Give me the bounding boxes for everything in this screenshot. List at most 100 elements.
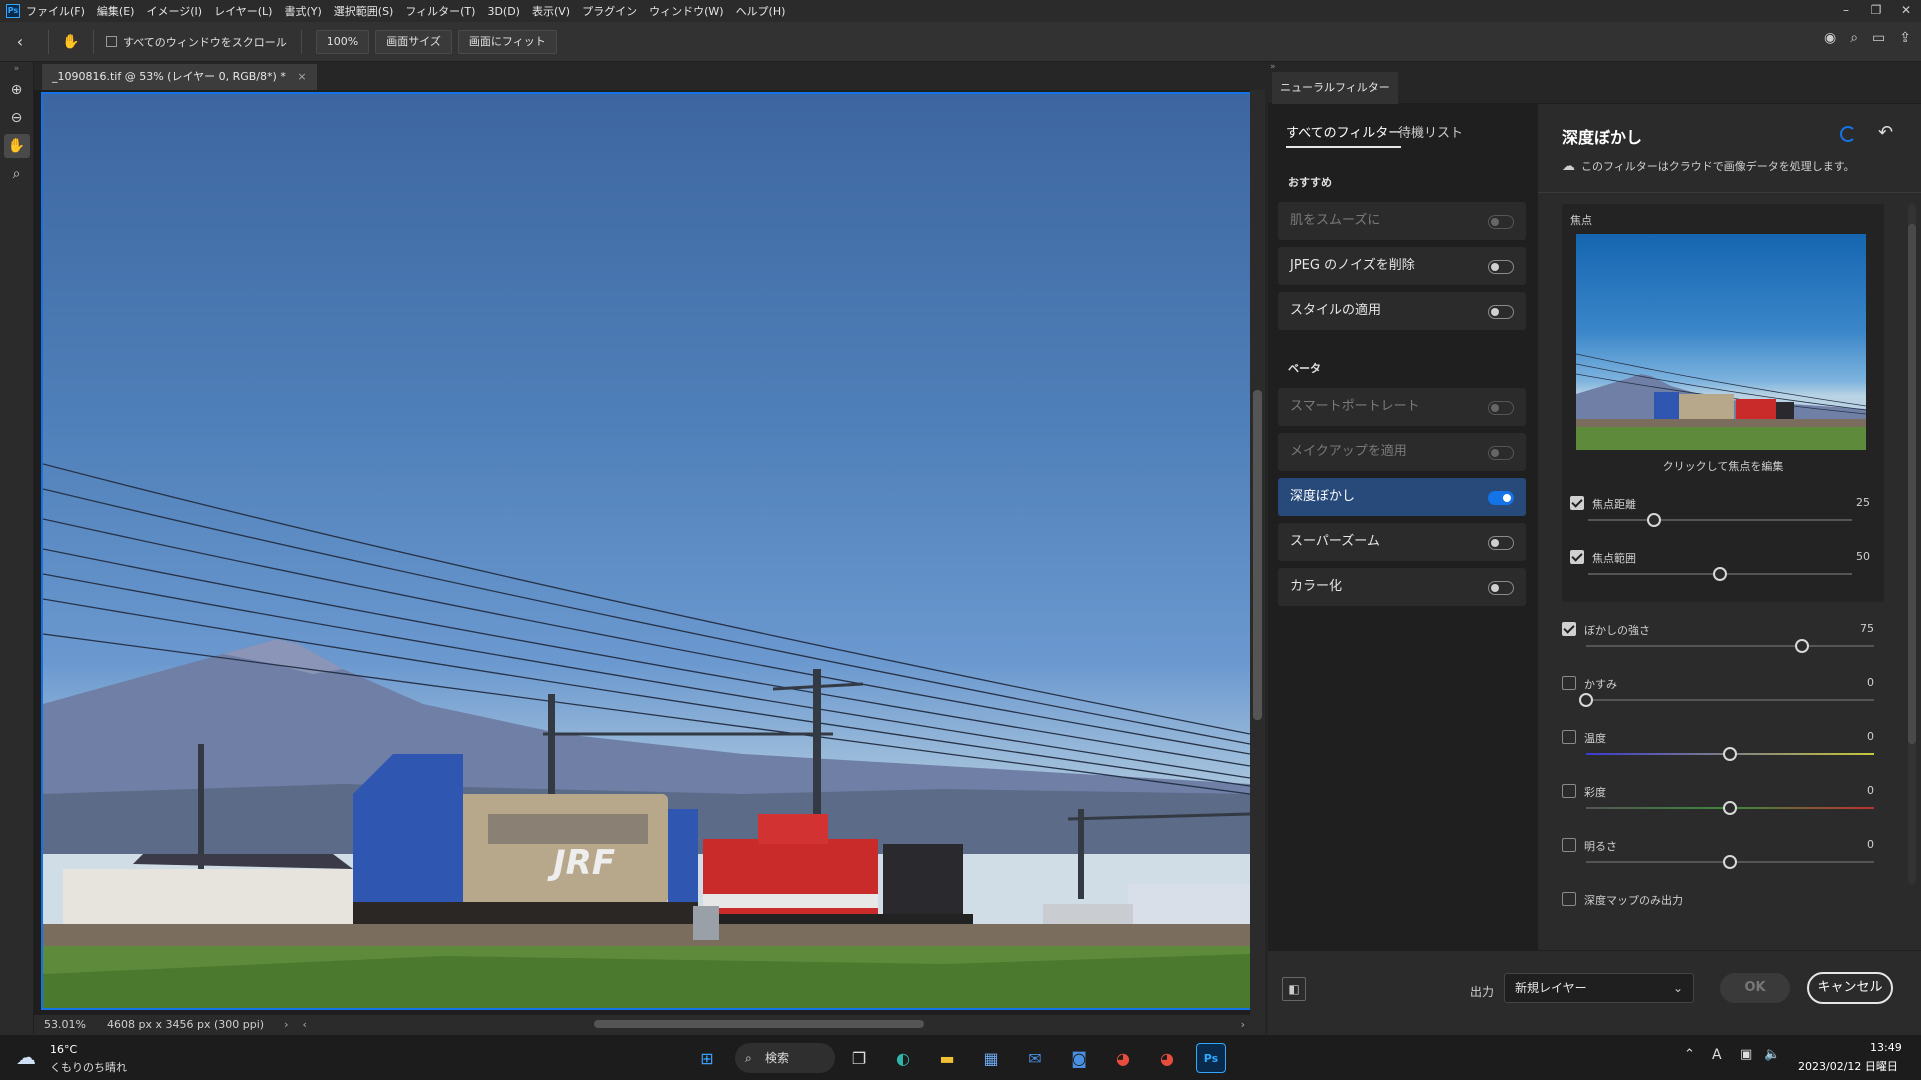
slider-blur-strength[interactable]: ぼかしの強さ 75 [1562,622,1874,666]
slider-track[interactable] [1586,699,1874,701]
checkbox[interactable] [1562,892,1576,906]
network-icon[interactable]: ▣ [1740,1047,1752,1062]
zoom-in-icon[interactable]: ⊕ [4,78,30,102]
zoom-100-button[interactable]: 100% [315,29,370,54]
fit-screen-button[interactable]: 画面にフィット [457,29,557,54]
search-icon[interactable]: ⌕ [1850,30,1858,46]
slider-knob[interactable] [1713,567,1727,581]
slider-focal-range[interactable]: 焦点範囲 50 [1570,550,1870,594]
zoom-level[interactable]: 53.01% [44,1018,99,1031]
checkbox[interactable] [1570,496,1584,510]
checkbox[interactable] [1562,838,1576,852]
filter-super-zoom[interactable]: スーパーズーム [1278,523,1526,561]
edge-icon[interactable]: ◐ [888,1043,918,1073]
menu-filter[interactable]: フィルター(T) [405,3,475,19]
hand-tool-icon[interactable]: ✋ [57,34,85,50]
focal-preview-image[interactable] [1576,234,1866,450]
filter-skin-smoothing[interactable]: 肌をスムーズに [1278,202,1526,240]
menu-image[interactable]: イメージ(I) [146,3,202,19]
toggle-switch[interactable] [1488,305,1514,319]
toggle-switch[interactable] [1488,581,1514,595]
explorer-icon[interactable]: ▬ [932,1043,962,1073]
output-select[interactable]: 新規レイヤー ⌄ [1504,973,1694,1003]
clock-date[interactable]: 2023/02/12 日曜日 [1798,1058,1898,1074]
menu-layer[interactable]: レイヤー(L) [214,3,272,19]
chrome-profile-icon[interactable]: ◕ [1152,1043,1182,1073]
taskbar-search[interactable]: ⌕ 検索 [735,1043,835,1073]
menu-3d[interactable]: 3D(D) [487,5,520,18]
menu-window[interactable]: ウィンドウ(W) [649,3,723,19]
slider-haze[interactable]: かすみ 0 [1562,676,1874,720]
panel-collapse-icon[interactable]: » [1270,62,1276,72]
chat-icon[interactable]: ◙ [1064,1043,1094,1073]
tab-waitlist[interactable]: 待機リスト [1398,122,1463,141]
zoom-icon[interactable]: ⌕ [4,162,30,186]
menu-view[interactable]: 表示(V) [532,3,570,19]
hand-icon[interactable]: ✋ [3,134,30,158]
slider-knob[interactable] [1795,639,1809,653]
close-window-icon[interactable]: ✕ [1891,0,1921,22]
slider-brightness[interactable]: 明るさ 0 [1562,838,1874,882]
filter-colorize[interactable]: カラー化 [1278,568,1526,606]
restore-icon[interactable]: ❐ [1861,0,1891,22]
menu-edit[interactable]: 編集(E) [97,3,135,19]
zoom-out-icon[interactable]: ⊖ [4,106,30,130]
close-tab-icon[interactable]: × [297,70,306,83]
toggle-switch[interactable] [1488,401,1514,415]
slider-knob[interactable] [1723,801,1737,815]
status-menu-chevron-icon[interactable]: › [284,1018,288,1031]
neural-panel-tab[interactable]: ニューラルフィルター [1272,72,1398,104]
chrome-icon[interactable]: ◕ [1108,1043,1138,1073]
tray-chevron-icon[interactable]: ⌃ [1684,1047,1695,1062]
slider-temperature[interactable]: 温度 0 [1562,730,1874,774]
checkbox[interactable] [1562,730,1576,744]
cancel-button[interactable]: キャンセル [1807,972,1893,1004]
filter-smart-portrait[interactable]: スマートポートレート [1278,388,1526,426]
filter-makeup-transfer[interactable]: メイクアップを適用 [1278,433,1526,471]
document-tab[interactable]: _1090816.tif @ 53% (レイヤー 0, RGB/8*) * × [42,64,317,90]
menu-help[interactable]: ヘルプ(H) [736,3,786,19]
back-chevron-icon[interactable]: ‹ [0,32,40,51]
checkbox[interactable] [1562,784,1576,798]
detail-scroll-thumb[interactable] [1908,224,1916,744]
store-icon[interactable]: ▦ [976,1043,1006,1073]
filter-depth-blur[interactable]: 深度ぼかし [1278,478,1526,516]
fit-screen-size-button[interactable]: 画面サイズ [375,29,452,54]
toggle-switch[interactable] [1488,215,1514,229]
collapse-chevron-icon[interactable]: » [0,62,33,74]
horizontal-scrollbar[interactable] [594,1020,924,1028]
user-icon[interactable]: ◉ [1824,30,1836,46]
slider-focal-distance[interactable]: 焦点距離 25 [1570,496,1870,540]
depth-map-only-option[interactable]: 深度マップのみ出力 [1562,892,1874,912]
slider-knob[interactable] [1723,855,1737,869]
slider-track[interactable] [1588,519,1852,521]
mail-icon[interactable]: ✉ [1020,1043,1050,1073]
checkbox[interactable] [1570,550,1584,564]
compare-icon[interactable]: ◧ [1282,977,1306,1001]
weather-icon[interactable]: ☁ [16,1045,36,1069]
workspace-icon[interactable]: ▭ [1872,30,1885,46]
slider-track[interactable] [1586,645,1874,647]
document-canvas[interactable]: JRF [41,92,1252,1010]
menu-file[interactable]: ファイル(F) [26,3,85,19]
minimize-icon[interactable]: – [1831,0,1861,22]
checkbox[interactable] [1562,622,1576,636]
toggle-switch[interactable] [1488,260,1514,274]
volume-icon[interactable]: 🔈 [1764,1047,1780,1062]
clock-time[interactable]: 13:49 [1870,1041,1902,1054]
scroll-all-checkbox[interactable] [106,36,117,47]
slider-saturation[interactable]: 彩度 0 [1562,784,1874,828]
scroll-right-icon[interactable]: › [1241,1018,1245,1031]
start-icon[interactable]: ⊞ [692,1043,722,1073]
photoshop-taskbar-icon[interactable]: Ps [1196,1043,1226,1073]
menu-select[interactable]: 選択範囲(S) [334,3,394,19]
menu-type[interactable]: 書式(Y) [284,3,321,19]
task-view-icon[interactable]: ❐ [844,1043,874,1073]
ime-indicator[interactable]: A [1712,1047,1722,1063]
tab-all-filters[interactable]: すべてのフィルター [1286,122,1402,148]
scroll-left-icon[interactable]: ‹ [302,1018,306,1031]
toggle-switch[interactable] [1488,446,1514,460]
reset-icon[interactable]: ↶ [1878,122,1893,143]
menu-plugins[interactable]: プラグイン [582,3,637,19]
share-icon[interactable]: ⇪ [1899,30,1911,46]
